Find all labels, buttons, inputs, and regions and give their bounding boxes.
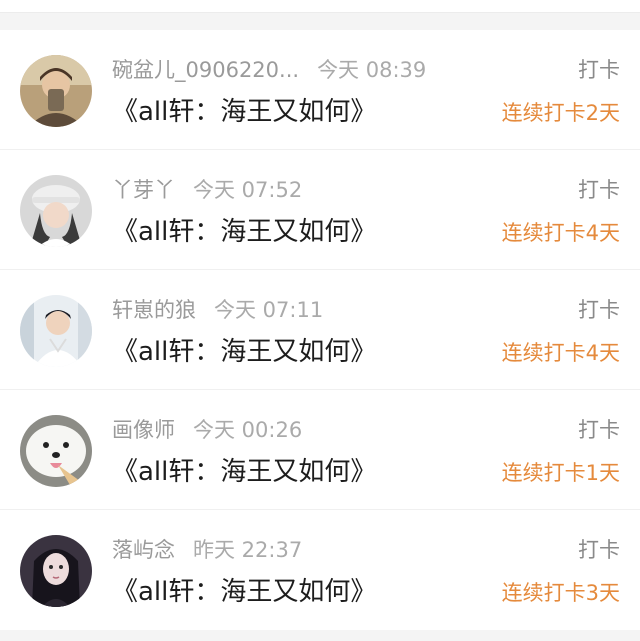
entry-meta: 落屿念 昨天 22:37 [112,534,302,566]
checkin-label: 打卡 [578,178,620,202]
streak-badge: 连续打卡1天 [501,461,620,485]
checkin-label: 打卡 [578,418,620,442]
entry-meta: 轩崽的狼 今天 07:11 [112,294,323,326]
list-item[interactable]: 落屿念 昨天 22:37 《all轩：海王又如何》 打卡 连续打卡3天 [0,510,640,630]
book-title[interactable]: 《all轩：海王又如何》 [112,92,376,132]
entry-meta: 画像师 今天 00:26 [112,414,302,446]
timestamp: 今天 08:39 [317,58,427,82]
username[interactable]: 落屿念 [112,538,175,562]
avatar-image [20,175,92,247]
streak-badge: 连续打卡2天 [501,101,620,125]
entry-meta: 碗盆儿_0906220... 今天 08:39 [112,54,426,86]
book-title[interactable]: 《all轩：海王又如何》 [112,572,376,612]
timestamp: 今天 00:26 [193,418,303,442]
username[interactable]: 画像师 [112,418,175,442]
checkin-list: 碗盆儿_0906220... 今天 08:39 《all轩：海王又如何》 打卡 连… [0,30,640,630]
top-bar-edge [0,0,640,13]
timestamp: 今天 07:11 [214,298,324,322]
list-item[interactable]: 轩崽的狼 今天 07:11 《all轩：海王又如何》 打卡 连续打卡4天 [0,270,640,390]
book-title[interactable]: 《all轩：海王又如何》 [112,332,376,372]
book-title[interactable]: 《all轩：海王又如何》 [112,212,376,252]
avatar-image [20,535,92,607]
timestamp: 昨天 22:37 [193,538,303,562]
user-avatar[interactable] [20,295,92,367]
user-avatar[interactable] [20,55,92,127]
entry-meta: 丫芽丫 今天 07:52 [112,174,302,206]
username[interactable]: 丫芽丫 [112,178,175,202]
book-title[interactable]: 《all轩：海王又如何》 [112,452,376,492]
user-avatar[interactable] [20,535,92,607]
username[interactable]: 碗盆儿_0906220... [112,58,299,82]
streak-badge: 连续打卡3天 [501,581,620,605]
list-item[interactable]: 碗盆儿_0906220... 今天 08:39 《all轩：海王又如何》 打卡 连… [0,30,640,150]
user-avatar[interactable] [20,415,92,487]
username[interactable]: 轩崽的狼 [112,298,196,322]
timestamp: 今天 07:52 [193,178,303,202]
avatar-image [20,295,92,367]
user-avatar[interactable] [20,175,92,247]
streak-badge: 连续打卡4天 [501,221,620,245]
streak-badge: 连续打卡4天 [501,341,620,365]
checkin-label: 打卡 [578,298,620,322]
avatar-image [20,55,92,127]
checkin-label: 打卡 [578,58,620,82]
avatar-image [20,415,92,487]
list-item[interactable]: 丫芽丫 今天 07:52 《all轩：海王又如何》 打卡 连续打卡4天 [0,150,640,270]
checkin-label: 打卡 [578,538,620,562]
list-item[interactable]: 画像师 今天 00:26 《all轩：海王又如何》 打卡 连续打卡1天 [0,390,640,510]
